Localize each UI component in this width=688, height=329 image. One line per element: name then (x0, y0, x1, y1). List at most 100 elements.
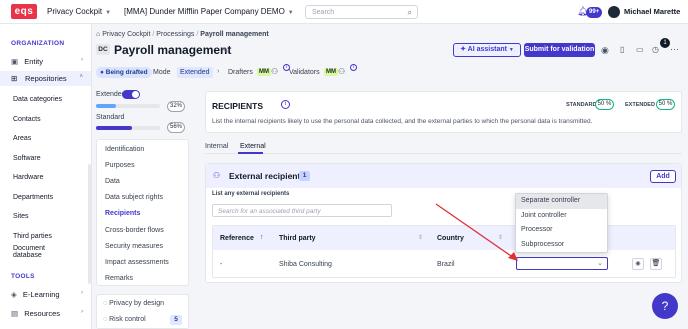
list-label: List any external recipients (212, 191, 290, 197)
third-party-search-input[interactable]: Search for an associated third party (212, 204, 392, 217)
dropdown-option[interactable]: Joint controller (516, 209, 607, 224)
top-bar: eqs Privacy Cockpit ▼ [MMA] Dunder Miffli… (0, 0, 688, 24)
arrow-head (508, 252, 518, 261)
sidebar-item-repositories[interactable]: ⊞ Repositories ˄ (0, 71, 91, 86)
sidebar-item-resources[interactable]: ▤ Resources › (11, 309, 87, 318)
extended-toggle[interactable] (122, 90, 140, 99)
history-icon[interactable]: ◷ (652, 45, 659, 54)
eye-icon[interactable]: ◉ (601, 45, 609, 56)
add-recipient-button[interactable]: Add (650, 170, 676, 183)
step-item[interactable]: Cross-border flows (105, 227, 164, 234)
add-drafter-icon[interactable]: ⚇ (271, 67, 278, 76)
ai-assistant-button[interactable]: ✦ AI assistant ▼ (453, 43, 521, 57)
risk-control-item[interactable]: ◌ Risk control (103, 316, 146, 323)
sort-up-icon[interactable]: ↑ (260, 234, 264, 241)
breadcrumb-item[interactable]: Privacy Cockpit (102, 31, 150, 38)
step-item[interactable]: Remarks (105, 275, 133, 282)
annotation-arrow (435, 203, 518, 261)
dropdown-option[interactable]: Subprocessor (516, 238, 607, 253)
sidebar-subitem[interactable]: Sites (13, 213, 29, 220)
status-label: Being drafted (105, 69, 148, 76)
tools-section-title: TOOLS (11, 273, 35, 280)
sidebar-item-label: Repositories (25, 74, 67, 83)
sidebar-subitem[interactable]: Hardware (13, 174, 43, 181)
step-item[interactable]: Data (105, 178, 120, 185)
details-icon[interactable]: ◉ (632, 258, 644, 270)
sidebar-scrollbar[interactable] (88, 164, 91, 284)
privacy-by-design-item[interactable]: ◌ Privacy by design (103, 300, 164, 307)
tab-internal[interactable]: Internal (205, 143, 228, 150)
step-item[interactable]: Recipients (105, 210, 140, 217)
more-options-icon[interactable]: ⋯ (670, 44, 679, 55)
step-item[interactable]: Security measures (105, 243, 163, 250)
submit-for-validation-button[interactable]: Submit for validation (524, 43, 595, 57)
drafter-avatar[interactable]: MM (257, 68, 271, 76)
company-name: [MMA] Dunder Mifflin Paper Company DEMO (124, 7, 285, 16)
extended-progress-fill (96, 104, 117, 108)
chevron-down-icon: ▼ (105, 10, 112, 16)
mode-value-badge[interactable]: Extended (177, 67, 213, 78)
global-search-input[interactable]: Search ⌕ (305, 5, 418, 19)
sidebar-subitem[interactable]: Areas (13, 135, 31, 142)
sidebar-subitem[interactable]: Data categories (13, 96, 62, 103)
role-dropdown-menu: Separate controller Joint controller Proce… (515, 193, 608, 253)
dropdown-option[interactable]: Processor (516, 223, 607, 238)
chevron-down-icon: ⌄ (597, 260, 603, 267)
validators-label: Validators (289, 69, 320, 76)
search-placeholder: Search (312, 9, 335, 16)
book-icon: ▤ (11, 309, 19, 318)
step-item[interactable]: Impact assessments (105, 259, 169, 266)
info-icon[interactable]: i (281, 100, 290, 109)
edit-title-icon[interactable]: ✎ (222, 46, 229, 55)
breadcrumb-item[interactable]: Processings (156, 31, 194, 38)
recipients-description: List the internal recipients likely to u… (212, 118, 593, 125)
sidebar-item-entity[interactable]: ▣ Entity › (11, 57, 87, 66)
notification-count-badge: 99+ (586, 7, 603, 18)
sidebar-subitem[interactable]: Contacts (13, 116, 41, 123)
comment-icon[interactable]: ▭ (636, 45, 644, 54)
step-item[interactable]: Identification (105, 146, 144, 153)
risk-count-badge: 5 (170, 315, 182, 325)
page-title: Payroll management (114, 43, 232, 57)
sidebar: ORGANIZATION ▣ Entity › ⊞ Repositories ˄… (0, 24, 92, 329)
user-avatar[interactable] (608, 6, 620, 18)
drafters-label: Drafters (228, 69, 253, 76)
info-icon[interactable]: i (350, 64, 357, 71)
extra-steps-panel: ◌ Privacy by design ◌ Risk control 5 (96, 294, 189, 329)
column-header-reference[interactable]: Reference (220, 235, 254, 242)
tab-external[interactable]: External (240, 143, 266, 150)
chevron-right-icon: › (81, 57, 83, 63)
bookmark-icon[interactable]: ▯ (620, 45, 624, 54)
dropdown-option[interactable]: Separate controller (516, 194, 607, 209)
sort-icon[interactable]: ⇕ (418, 234, 423, 241)
product-switcher[interactable]: Privacy Cockpit ▼ (47, 7, 111, 16)
role-select[interactable]: ⌄ (516, 257, 608, 270)
user-name: Michael Marette (624, 7, 681, 16)
shield-icon: ◌ (103, 300, 108, 307)
user-menu[interactable]: Michael Marette (624, 7, 680, 16)
sidebar-item-label: Resources (24, 309, 61, 318)
sidebar-item-elearning[interactable]: ◈ E-Learning › (11, 290, 87, 299)
column-header-third-party[interactable]: Third party (279, 235, 316, 242)
trash-icon[interactable]: 🗑︎ (650, 258, 662, 270)
active-tab-indicator (238, 152, 263, 154)
step-item[interactable]: Purposes (105, 162, 135, 169)
organization-section-title: ORGANIZATION (11, 40, 65, 47)
eqs-logo[interactable]: eqs (11, 4, 37, 19)
sidebar-item-label: Document (13, 245, 45, 252)
add-validator-icon[interactable]: ⚇ (338, 67, 345, 76)
step-item[interactable]: Data subject rights (105, 194, 163, 201)
standard-progress-bar (96, 126, 160, 130)
company-switcher[interactable]: [MMA] Dunder Mifflin Paper Company DEMO ▼ (124, 7, 294, 16)
validator-avatar[interactable]: MM (324, 68, 338, 76)
standard-completion-pct: 50 % (595, 99, 614, 110)
sidebar-subitem[interactable]: Departments (13, 194, 53, 201)
sidebar-item-document-database[interactable]: Document database (13, 245, 45, 259)
sidebar-subitem[interactable]: Third parties (13, 233, 52, 240)
extended-completion-pct: 50 % (656, 99, 675, 110)
chevron-right-icon: › (81, 309, 83, 315)
help-chat-icon[interactable]: ? (652, 293, 678, 319)
sidebar-subitem[interactable]: Software (13, 155, 41, 162)
chevron-right-icon: › (217, 68, 220, 75)
external-count-badge: 1 (299, 171, 310, 181)
